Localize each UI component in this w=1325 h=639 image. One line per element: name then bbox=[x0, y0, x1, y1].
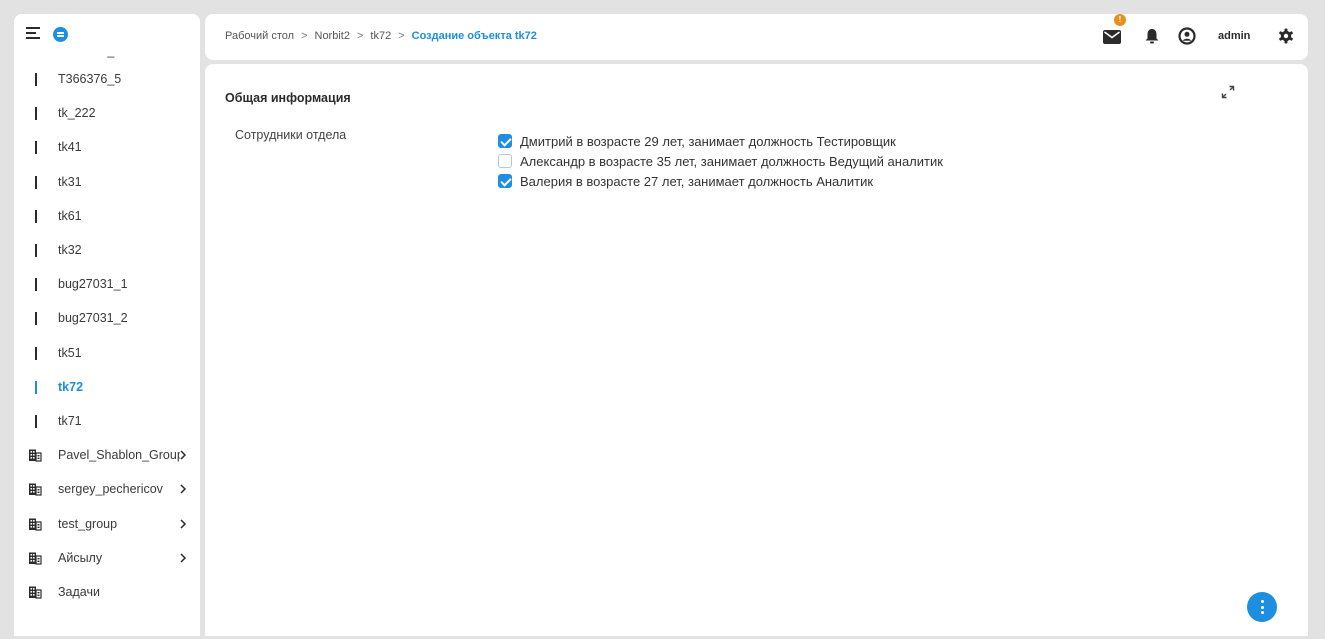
sidebar-item[interactable]: tk71 bbox=[14, 404, 200, 438]
item-marker-icon bbox=[35, 107, 37, 121]
sidebar-item-label: Задачи bbox=[58, 584, 100, 599]
item-marker-icon bbox=[35, 209, 37, 223]
sidebar-item[interactable]: bug27031_1 bbox=[14, 267, 200, 301]
top-bar: Рабочий стол > Norbit2 > tk72 > Создание объек… bbox=[205, 14, 1308, 60]
sidebar-item[interactable]: Задачи bbox=[14, 575, 200, 609]
sidebar-item-label: Pavel_Shablon_Group bbox=[58, 448, 180, 463]
sidebar-item-label: T366376_5 bbox=[58, 72, 122, 87]
employee-checklist: Дмитрий в возрасте 29 лет, занимает долж… bbox=[498, 131, 943, 191]
option-label: Дмитрий в возрасте 29 лет, занимает долж… bbox=[520, 133, 896, 149]
breadcrumb: Рабочий стол > Norbit2 > tk72 > Создание объек… bbox=[225, 30, 537, 42]
sidebar-item[interactable]: Pavel_Shablon_Group bbox=[14, 438, 200, 472]
sidebar-item-label: tk31 bbox=[58, 174, 82, 189]
option-label: Александр в возрасте 35 лет, занимает до… bbox=[520, 153, 943, 169]
breadcrumb-separator: > bbox=[398, 30, 405, 42]
item-marker-icon bbox=[35, 380, 37, 394]
chevron-right-icon[interactable] bbox=[178, 448, 188, 462]
item-marker-icon bbox=[35, 312, 37, 326]
employee-option[interactable]: Валерия в возрасте 27 лет, занимает долж… bbox=[498, 171, 943, 191]
sidebar-item-label: tk71 bbox=[58, 413, 82, 428]
sidebar-item-label: sergey_pechericov bbox=[58, 482, 163, 497]
mail-icon[interactable] bbox=[1102, 27, 1122, 47]
logo-icon[interactable] bbox=[53, 27, 68, 42]
main-panel: Общая информация Сотрудники отдела Дмитр… bbox=[205, 64, 1308, 636]
sidebar-item[interactable]: tk_222 bbox=[14, 96, 200, 130]
sidebar-item-label: tk51 bbox=[58, 345, 82, 360]
building-icon bbox=[29, 449, 42, 462]
building-icon bbox=[29, 552, 42, 565]
employee-option[interactable]: Дмитрий в возрасте 29 лет, занимает долж… bbox=[498, 131, 943, 151]
sidebar-item-label: tk32 bbox=[58, 243, 82, 258]
sidebar-item[interactable]: tk31 bbox=[14, 165, 200, 199]
user-icon[interactable] bbox=[1177, 26, 1197, 46]
sidebar-item[interactable]: tk61 bbox=[14, 199, 200, 233]
item-marker-icon bbox=[35, 73, 37, 87]
building-icon bbox=[29, 586, 42, 599]
sidebar-item[interactable]: tk72 bbox=[14, 370, 200, 404]
sidebar-item[interactable]: sergey_pechericov bbox=[14, 472, 200, 506]
sidebar-item[interactable]: bug27031_2 bbox=[14, 301, 200, 335]
item-marker-icon bbox=[35, 244, 37, 258]
breadcrumb-current: Создание объекта tk72 bbox=[411, 30, 537, 42]
breadcrumb-separator: > bbox=[356, 30, 364, 42]
building-icon bbox=[29, 518, 42, 531]
checkbox[interactable] bbox=[498, 174, 512, 188]
item-marker-icon bbox=[35, 141, 37, 155]
employee-option[interactable]: Александр в возрасте 35 лет, занимает до… bbox=[498, 151, 943, 171]
sidebar-item-label: Айсылу bbox=[58, 550, 103, 565]
sidebar-item[interactable]: Айсылу bbox=[14, 541, 200, 575]
building-icon bbox=[29, 483, 42, 496]
item-marker-icon bbox=[35, 346, 37, 360]
sidebar-item-label: test_group bbox=[58, 516, 118, 531]
menu-icon[interactable] bbox=[26, 27, 40, 41]
sidebar-item[interactable]: tk32 bbox=[14, 233, 200, 267]
item-marker-icon bbox=[35, 414, 37, 428]
field-label: Сотрудники отдела bbox=[235, 128, 347, 142]
sidebar-item[interactable]: test_group bbox=[14, 506, 200, 540]
sidebar-item-label: tk72 bbox=[58, 379, 84, 394]
more-vert-icon[interactable] bbox=[1247, 592, 1277, 622]
breadcrumb-link[interactable]: tk72 bbox=[370, 30, 391, 42]
section-title: Общая информация bbox=[225, 91, 351, 105]
bell-icon[interactable] bbox=[1142, 26, 1162, 46]
sidebar-item[interactable]: T366376_5 bbox=[14, 62, 200, 96]
sidebar-item-label: bug27031_2 bbox=[58, 311, 128, 326]
item-marker-icon bbox=[35, 278, 37, 292]
expand-icon[interactable] bbox=[1220, 84, 1236, 100]
sidebar-item[interactable]: tk51 bbox=[14, 336, 200, 370]
sidebar-nav: T366376_4T366376_5tk_222tk41tk31tk61tk32… bbox=[14, 43, 200, 609]
checkbox[interactable] bbox=[498, 134, 512, 148]
sidebar-item[interactable]: tk41 bbox=[14, 130, 200, 164]
sidebar: T366376_4T366376_5tk_222tk41tk31tk61tk32… bbox=[14, 14, 200, 636]
sidebar-header bbox=[14, 14, 200, 56]
breadcrumb-link[interactable]: Norbit2 bbox=[315, 30, 350, 42]
user-name[interactable]: admin bbox=[1218, 30, 1250, 42]
breadcrumb-link[interactable]: Рабочий стол bbox=[225, 30, 294, 42]
sidebar-item-label: tk61 bbox=[58, 208, 82, 223]
option-label: Валерия в возрасте 27 лет, занимает долж… bbox=[520, 173, 874, 189]
item-marker-icon bbox=[35, 175, 37, 189]
notification-badge: ! bbox=[1114, 14, 1126, 26]
breadcrumb-separator: > bbox=[301, 30, 308, 42]
settings-icon[interactable] bbox=[1276, 26, 1296, 46]
sidebar-item-label: tk_222 bbox=[58, 106, 96, 121]
checkbox[interactable] bbox=[498, 154, 512, 168]
sidebar-item-label: tk41 bbox=[58, 140, 82, 155]
chevron-right-icon[interactable] bbox=[178, 482, 188, 496]
sidebar-item-label: bug27031_1 bbox=[58, 277, 128, 292]
chevron-right-icon[interactable] bbox=[178, 551, 188, 565]
chevron-right-icon[interactable] bbox=[178, 517, 188, 531]
